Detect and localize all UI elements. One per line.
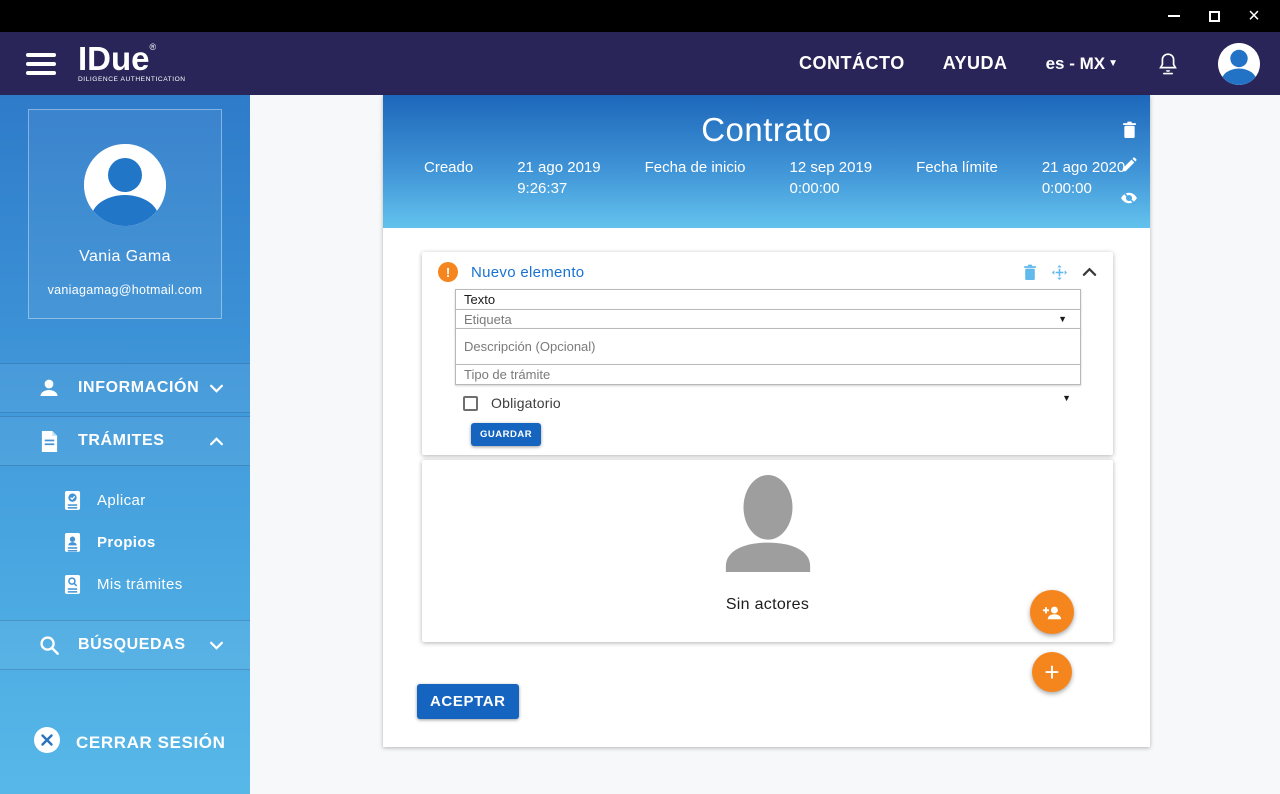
- user-avatar[interactable]: [1218, 43, 1260, 85]
- tipo-tramite-input[interactable]: [464, 367, 1072, 382]
- delete-element-icon[interactable]: [1023, 264, 1037, 281]
- meta-time: 0:00:00: [790, 180, 873, 197]
- meta-created: Creado 21 ago 2019 9:26:37: [424, 159, 601, 197]
- obligatorio-checkbox[interactable]: [463, 396, 478, 411]
- close-icon: ×: [1248, 9, 1260, 23]
- dropdown-arrow-icon[interactable]: ▼: [1062, 393, 1071, 403]
- minimize-icon: [1168, 15, 1180, 17]
- document-search-icon: [62, 574, 82, 595]
- meta-date: 21 ago 2019: [517, 159, 600, 176]
- sidebar-item-busquedas[interactable]: BÚSQUEDAS: [0, 620, 250, 670]
- app-logo: IDue® DILIGENCE AUTHENTICATION: [78, 44, 186, 83]
- chevron-down-icon: ▼: [1108, 58, 1118, 69]
- meta-label: Fecha de inicio: [645, 159, 746, 197]
- help-link[interactable]: AYUDA: [943, 53, 1008, 74]
- minimize-button[interactable]: [1166, 8, 1182, 24]
- registered-mark: ®: [150, 42, 157, 52]
- document-person-icon: [62, 532, 82, 553]
- empty-actors-label: Sin actores: [422, 596, 1113, 614]
- logout-label: CERRAR SESIÓN: [76, 733, 226, 753]
- actors-card: Sin actores: [422, 460, 1113, 642]
- sidebar-item-label: BÚSQUEDAS: [78, 636, 186, 654]
- warning-icon: !: [438, 262, 458, 282]
- meta-label: Fecha límite: [916, 159, 998, 197]
- edit-contract-icon[interactable]: [1121, 157, 1137, 173]
- delete-contract-icon[interactable]: [1122, 121, 1137, 139]
- contract-meta: Creado 21 ago 2019 9:26:37 Fecha de inic…: [383, 159, 1150, 197]
- aceptar-button[interactable]: ACEPTAR: [417, 684, 519, 719]
- sidebar-item-label: Mis trámites: [97, 576, 183, 593]
- sidebar-item-informacion[interactable]: INFORMACIÓN: [0, 363, 250, 413]
- sidebar-item-label: TRÁMITES: [78, 432, 165, 450]
- new-element-card: ! Nuevo elemento Texto ▼: [422, 252, 1113, 455]
- meta-date: 12 sep 2019: [790, 159, 873, 176]
- dropdown-arrow-icon[interactable]: ▼: [1058, 314, 1072, 324]
- etiqueta-input[interactable]: [464, 312, 1058, 327]
- plus-icon: +: [1044, 653, 1059, 691]
- add-person-icon: [1041, 601, 1064, 624]
- close-button[interactable]: ×: [1246, 8, 1262, 24]
- document-check-icon: [62, 490, 82, 511]
- logo-tagline: DILIGENCE AUTHENTICATION: [78, 76, 186, 83]
- sidebar-nav: INFORMACIÓN TRÁMITES Aplicar: [0, 363, 250, 670]
- search-icon: [36, 634, 62, 657]
- sidebar-item-tramites[interactable]: TRÁMITES: [0, 416, 250, 466]
- move-element-icon[interactable]: [1051, 264, 1068, 281]
- page-title: Contrato: [383, 95, 1150, 149]
- chevron-down-icon: [209, 384, 224, 393]
- profile-email: vaniagamag@hotmail.com: [48, 283, 203, 297]
- sidebar-item-label: Propios: [97, 534, 156, 551]
- sidebar-item-propios[interactable]: Propios: [0, 521, 250, 563]
- chevron-up-icon: [209, 437, 224, 446]
- add-element-button[interactable]: +: [1032, 652, 1072, 692]
- visibility-off-icon[interactable]: [1120, 191, 1138, 205]
- meta-label: Creado: [424, 159, 473, 197]
- contact-link[interactable]: CONTÁCTO: [799, 53, 905, 74]
- maximize-icon: [1209, 11, 1220, 22]
- chevron-down-icon: [209, 641, 224, 650]
- guardar-button[interactable]: GUARDAR: [471, 423, 541, 446]
- tramites-submenu: Aplicar Propios Mis trámites: [0, 466, 250, 620]
- sidebar-item-label: Aplicar: [97, 492, 146, 509]
- contract-detail-card: Contrato Creado 21 ago 2019 9:26:37 Fech…: [383, 95, 1150, 747]
- maximize-button[interactable]: [1206, 8, 1222, 24]
- profile-avatar: [84, 144, 166, 226]
- meta-time: 0:00:00: [1042, 180, 1125, 197]
- notifications-bell-icon[interactable]: [1156, 51, 1180, 77]
- add-actor-button[interactable]: [1030, 590, 1074, 634]
- sidebar: Vania Gama vaniagamag@hotmail.com INFORM…: [0, 95, 250, 794]
- language-selector[interactable]: es - MX ▼: [1046, 54, 1118, 74]
- hamburger-menu-icon[interactable]: [26, 53, 56, 75]
- meta-date: 21 ago 2020: [1042, 159, 1125, 176]
- person-icon: [36, 376, 62, 400]
- meta-deadline: Fecha límite 21 ago 2020 0:00:00: [916, 159, 1125, 197]
- profile-card: Vania Gama vaniagamag@hotmail.com: [28, 109, 222, 319]
- meta-start-date: Fecha de inicio 12 sep 2019 0:00:00: [645, 159, 872, 197]
- language-value: es - MX: [1046, 54, 1106, 74]
- sidebar-item-aplicar[interactable]: Aplicar: [0, 479, 250, 521]
- document-icon: [36, 430, 62, 453]
- logout-button[interactable]: CERRAR SESIÓN: [34, 727, 226, 758]
- element-type-value: Texto: [464, 292, 495, 307]
- app-header: IDue® DILIGENCE AUTHENTICATION CONTÁCTO …: [0, 32, 1280, 95]
- person-silhouette-icon: [709, 474, 827, 577]
- collapse-element-icon[interactable]: [1082, 267, 1097, 277]
- obligatorio-label: Obligatorio: [491, 395, 561, 411]
- window-titlebar: ×: [0, 0, 1280, 32]
- meta-time: 9:26:37: [517, 180, 600, 197]
- logout-x-icon: [34, 727, 60, 758]
- logo-text: IDue: [78, 40, 150, 77]
- form-title: Nuevo elemento: [471, 264, 584, 281]
- descripcion-input[interactable]: [464, 339, 1072, 354]
- sidebar-item-mis-tramites[interactable]: Mis trámites: [0, 563, 250, 605]
- profile-name: Vania Gama: [79, 248, 171, 266]
- sidebar-item-label: INFORMACIÓN: [78, 379, 199, 397]
- element-type-select[interactable]: Texto: [455, 289, 1081, 310]
- contract-header: Contrato Creado 21 ago 2019 9:26:37 Fech…: [383, 95, 1150, 228]
